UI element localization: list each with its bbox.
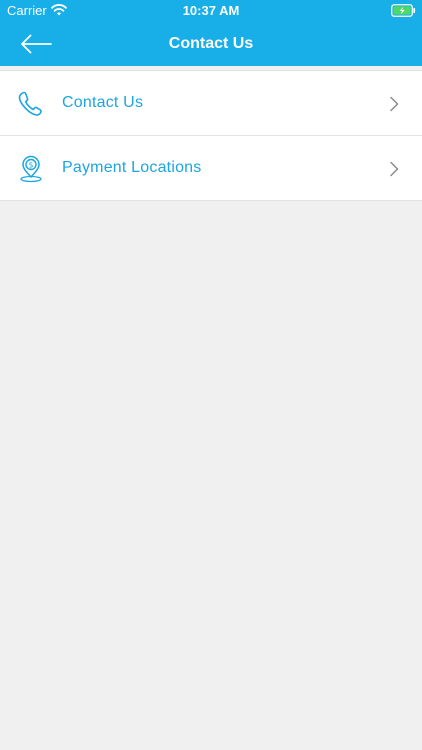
menu-item-payment-locations[interactable]: $ Payment Locations xyxy=(0,136,422,200)
chevron-right-icon xyxy=(388,160,400,178)
chevron-right-icon xyxy=(388,95,400,113)
battery-charging-icon xyxy=(391,4,416,17)
phone-icon xyxy=(16,89,46,119)
status-bar: Carrier 10:37 AM xyxy=(0,0,422,22)
status-time: 10:37 AM xyxy=(182,3,240,18)
navigation-bar: Contact Us xyxy=(0,22,422,66)
dollar-location-pin-icon: $ xyxy=(16,154,46,184)
menu-item-label: Contact Us xyxy=(62,94,144,111)
menu-item-contact-us[interactable]: Contact Us xyxy=(0,71,422,136)
svg-text:$: $ xyxy=(29,160,34,169)
page-title: Contact Us xyxy=(168,35,254,52)
menu-list: Contact Us $ Payment Locations xyxy=(0,70,422,201)
app-header: Carrier 10:37 AM Contact Us xyxy=(0,0,422,66)
menu-item-label: Payment Locations xyxy=(62,159,202,176)
